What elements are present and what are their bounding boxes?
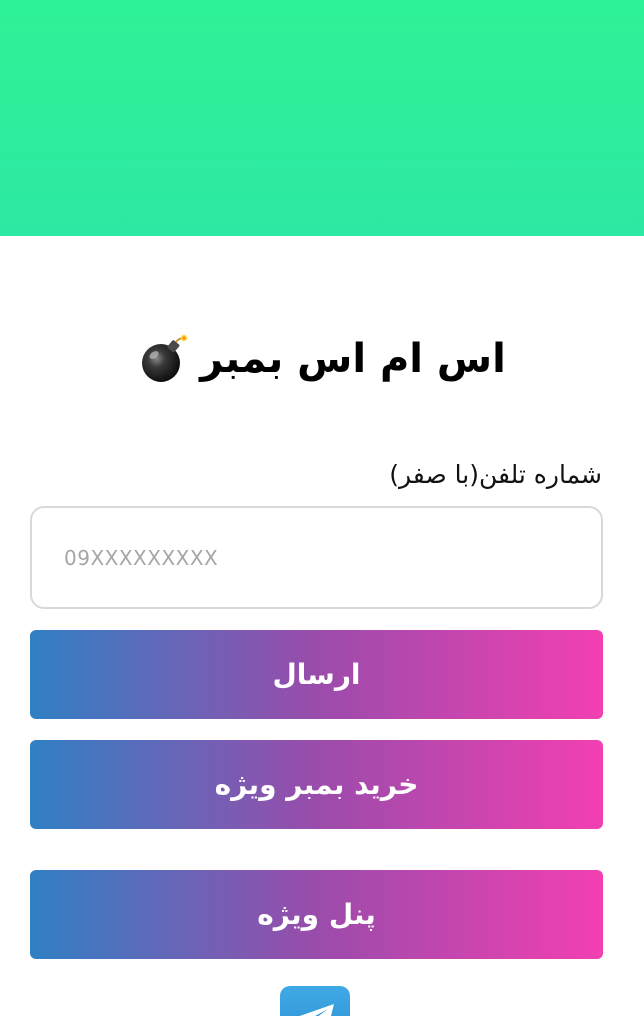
page-title: اس ام اس بمبر <box>0 326 644 392</box>
title-text: اس ام اس بمبر <box>200 336 506 382</box>
buy-bomber-button[interactable]: خرید بمبر ویژه <box>30 740 603 829</box>
send-button[interactable]: ارسال <box>30 630 603 719</box>
telegram-link[interactable] <box>280 986 350 1016</box>
vip-panel-button[interactable]: پنل ویژه <box>30 870 603 959</box>
phone-label: شماره تلفن(با صفر) <box>389 460 602 489</box>
top-banner <box>0 0 644 236</box>
bomb-icon <box>138 333 190 385</box>
phone-input[interactable] <box>30 506 603 609</box>
telegram-icon <box>299 1004 334 1016</box>
page: اس ام اس بمبر شماره تلفن(با صفر) 09XXXXX… <box>0 0 644 1016</box>
